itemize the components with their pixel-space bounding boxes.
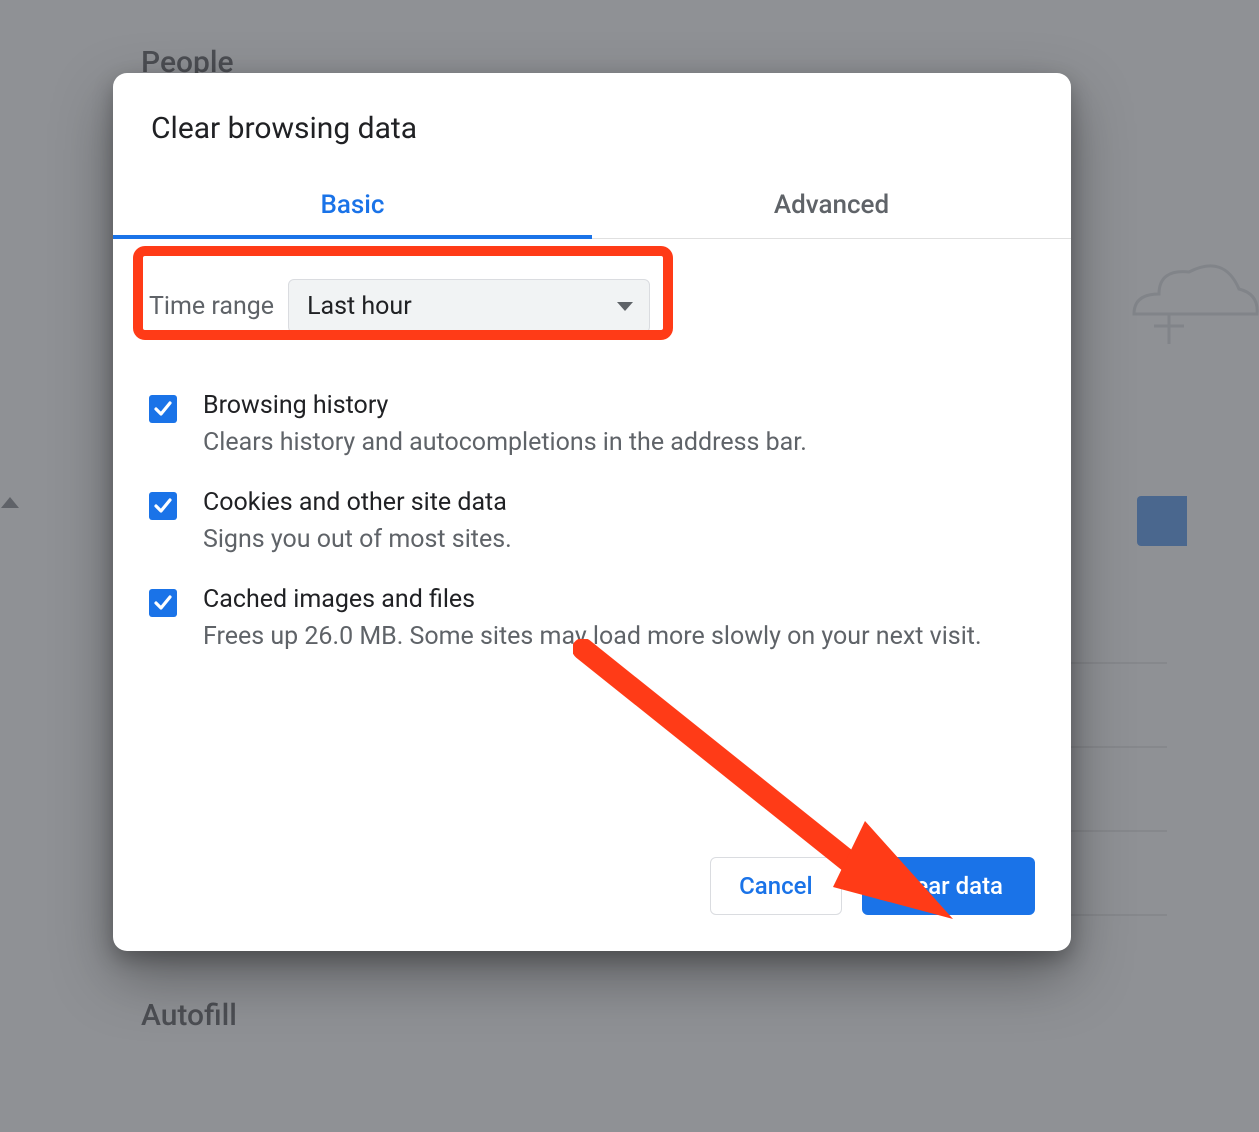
cancel-button-label: Cancel [739,872,812,900]
dialog-title: Clear browsing data [151,111,1033,146]
checkmark-icon [153,593,173,613]
time-range-label: Time range [149,292,274,321]
cancel-button[interactable]: Cancel [710,857,841,915]
option-text: Cached images and files Frees up 26.0 MB… [203,585,982,654]
tab-advanced-label: Advanced [774,190,889,220]
option-description: Signs you out of most sites. [203,523,512,557]
option-cookies: Cookies and other site data Signs you ou… [145,474,1039,571]
option-description: Frees up 26.0 MB. Some sites may load mo… [203,620,982,654]
option-description: Clears history and autocompletions in th… [203,426,807,460]
clear-data-button[interactable]: Clear data [862,857,1035,915]
checkmark-icon [153,496,173,516]
checkbox-cache[interactable] [149,589,177,617]
option-browsing-history: Browsing history Clears history and auto… [145,377,1039,474]
clear-data-button-label: Clear data [894,872,1003,900]
time-range-row: Time range Last hour [145,263,1039,351]
option-title: Cached images and files [203,585,982,614]
option-text: Browsing history Clears history and auto… [203,391,807,460]
checkbox-cookies[interactable] [149,492,177,520]
checkbox-browsing-history[interactable] [149,395,177,423]
chevron-down-icon [617,302,633,311]
checkmark-icon [153,399,173,419]
dialog-footer: Cancel Clear data [113,857,1071,951]
dialog-body: Time range Last hour Browsing history Cl… [113,239,1071,857]
time-range-select[interactable]: Last hour [288,279,650,333]
clear-options-list: Browsing history Clears history and auto… [145,377,1039,667]
time-range-selected-value: Last hour [307,292,412,321]
tab-basic[interactable]: Basic [113,174,592,238]
option-title: Browsing history [203,391,807,420]
option-text: Cookies and other site data Signs you ou… [203,488,512,557]
dialog-tabs: Basic Advanced [113,174,1071,239]
option-title: Cookies and other site data [203,488,512,517]
clear-browsing-data-dialog: Clear browsing data Basic Advanced Time … [113,73,1071,951]
option-cache: Cached images and files Frees up 26.0 MB… [145,571,1039,668]
tab-basic-label: Basic [320,190,384,220]
dialog-header: Clear browsing data [113,73,1071,174]
tab-advanced[interactable]: Advanced [592,174,1071,238]
